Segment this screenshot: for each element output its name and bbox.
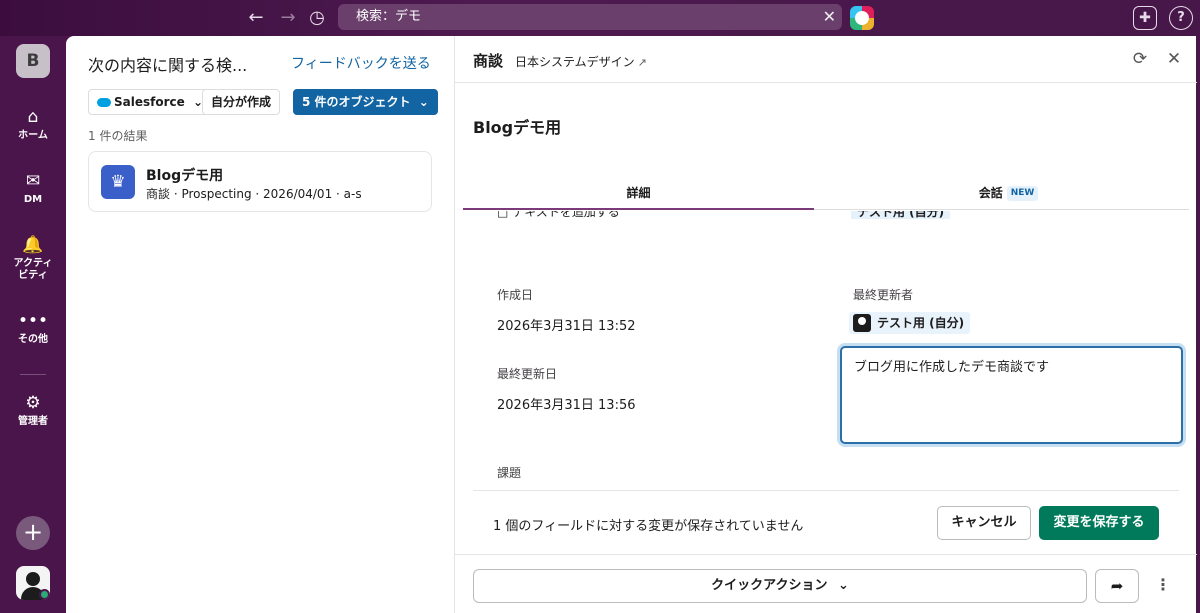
- feedback-link[interactable]: フィードバックを送る: [291, 53, 431, 73]
- unsaved-changes-bar: 1 個のフィールドに対する変更が保存されていません キャンセル 変更を保存する: [473, 490, 1179, 552]
- rail-item-label: その他: [18, 334, 48, 345]
- result-item[interactable]: ♛ Blogデモ用 商談 · Prospecting · 2026/04/01 …: [88, 151, 432, 212]
- rail-item-label: アクティビティ: [13, 258, 53, 281]
- clear-search-icon[interactable]: ✕: [823, 4, 836, 30]
- results-title: 次の内容に関する検...: [88, 56, 248, 75]
- status-online-icon: [39, 589, 50, 600]
- salesforce-cloud-icon: [97, 98, 111, 107]
- result-count: 1 件の結果: [88, 129, 148, 143]
- home-icon: ⌂: [27, 107, 39, 127]
- save-changes-button[interactable]: 変更を保存する: [1039, 506, 1159, 540]
- modified-date-label: 最終更新日: [497, 367, 558, 381]
- chevron-down-icon: ⌄: [418, 95, 429, 109]
- record-detail-panel: 商談 日本システムデザイン ↗ ⟳ ✕ Blogデモ用 詳細 会話 NEW □ テキ…: [454, 36, 1197, 613]
- external-link-icon: ↗: [637, 56, 647, 69]
- subject-label: 課題: [497, 466, 522, 480]
- detail-header: 商談 日本システムデザイン ↗ ⟳ ✕: [455, 36, 1197, 83]
- new-message-icon[interactable]: ✚: [1133, 6, 1157, 30]
- quick-action-button[interactable]: クイックアクション ⌄: [473, 569, 1087, 603]
- add-workspace-button[interactable]: +: [16, 516, 50, 550]
- created-date-label: 作成日: [497, 288, 534, 302]
- user-avatar-icon: [853, 313, 871, 332]
- dm-icon: ✉: [25, 171, 41, 191]
- rail-item-dm[interactable]: ✉ DM: [0, 170, 66, 206]
- account-link[interactable]: 日本システムデザイン ↗: [515, 53, 647, 70]
- modified-date-value: 2026年3月31日 13:56: [497, 398, 636, 413]
- share-icon[interactable]: ➦: [1095, 569, 1139, 603]
- quick-action-label: クイックアクション: [711, 578, 828, 593]
- cancel-button[interactable]: キャンセル: [937, 506, 1031, 540]
- result-title: Blogデモ用: [146, 168, 224, 184]
- modified-by-label: 最終更新者: [853, 288, 914, 302]
- rail-item-label: 管理者: [18, 416, 48, 427]
- filter-objects-dropdown[interactable]: 5 件のオブジェクト ⌄: [293, 89, 438, 115]
- filter-created-by-me[interactable]: 自分が作成: [202, 89, 281, 115]
- rail-item-activity[interactable]: 🔔 アクティビティ: [0, 234, 66, 282]
- detail-footer: クイックアクション ⌄ ➦ ⋮: [455, 554, 1197, 613]
- new-badge: NEW: [1006, 186, 1039, 201]
- rail-item-home[interactable]: ⌂ ホーム: [0, 106, 66, 142]
- more-vertical-icon[interactable]: ⋮: [1151, 569, 1175, 603]
- filter-source-dropdown[interactable]: Salesforce ⌄: [88, 89, 213, 115]
- search-bar[interactable]: 検索：デモ ✕: [338, 4, 842, 30]
- detail-fields: □ テキストを追加する テスト用 (自分) 作成日 2026年3月31日 13:…: [473, 211, 1187, 489]
- search-query-text: 検索：デモ: [356, 9, 422, 24]
- tab-conversation[interactable]: 会話 NEW: [833, 176, 1184, 210]
- filter-label: Salesforce: [114, 95, 185, 109]
- avatar[interactable]: [16, 566, 50, 600]
- record-title: Blogデモ用: [473, 118, 562, 137]
- owner-chip[interactable]: テスト用 (自分): [851, 211, 951, 219]
- object-type: 商談: [473, 52, 504, 70]
- rail-item-label: ホーム: [18, 130, 48, 141]
- gear-icon: ⚙: [25, 393, 41, 413]
- help-icon[interactable]: ?: [1169, 6, 1193, 30]
- history-clock-icon[interactable]: ◷: [305, 6, 329, 30]
- workspace-switcher[interactable]: B: [16, 44, 50, 78]
- created-date-value: 2026年3月31日 13:52: [497, 319, 636, 334]
- refresh-icon[interactable]: ⟳: [1129, 48, 1151, 70]
- modified-by-user-chip[interactable]: テスト用 (自分): [849, 312, 971, 334]
- forward-arrow-icon[interactable]: →: [276, 6, 300, 30]
- tab-label: 会話: [978, 186, 1003, 200]
- detail-tabs: 詳細 会話 NEW: [463, 176, 1189, 210]
- opportunity-crown-icon: ♛: [101, 165, 135, 199]
- bell-icon: 🔔: [22, 235, 44, 255]
- unsaved-message: 1 個のフィールドに対する変更が保存されていません: [493, 519, 804, 534]
- user-name: テスト用 (自分): [877, 316, 965, 330]
- back-arrow-icon[interactable]: ←: [244, 6, 268, 30]
- search-results-panel: 次の内容に関する検... フィードバックを送る Salesforce ⌄ 自分が…: [66, 36, 454, 613]
- left-rail: B ⌂ ホーム ✉ DM 🔔 アクティビティ ••• その他 ⚙ 管理者 +: [0, 36, 66, 613]
- rail-item-label: DM: [23, 194, 43, 205]
- account-name: 日本システムデザイン: [515, 55, 635, 69]
- rail-item-admin[interactable]: ⚙ 管理者: [0, 392, 66, 428]
- rail-item-more[interactable]: ••• その他: [0, 310, 66, 346]
- top-bar: ← → ◷ 検索：デモ ✕ ✚ ?: [0, 0, 1200, 36]
- filter-label: 5 件のオブジェクト: [302, 95, 411, 109]
- result-subtitle: 商談 · Prospecting · 2026/04/01 · a-s: [146, 187, 362, 201]
- more-dots-icon: •••: [17, 311, 49, 331]
- close-icon[interactable]: ✕: [1163, 48, 1185, 70]
- chevron-down-icon: ⌄: [837, 578, 849, 593]
- add-text-link[interactable]: □ テキストを追加する: [497, 211, 620, 220]
- tab-details[interactable]: 詳細: [463, 176, 814, 210]
- description-textarea[interactable]: ブログ用に作成したデモ商談です: [840, 346, 1183, 444]
- rail-divider: [20, 374, 46, 375]
- app-logo-icon[interactable]: [850, 6, 874, 30]
